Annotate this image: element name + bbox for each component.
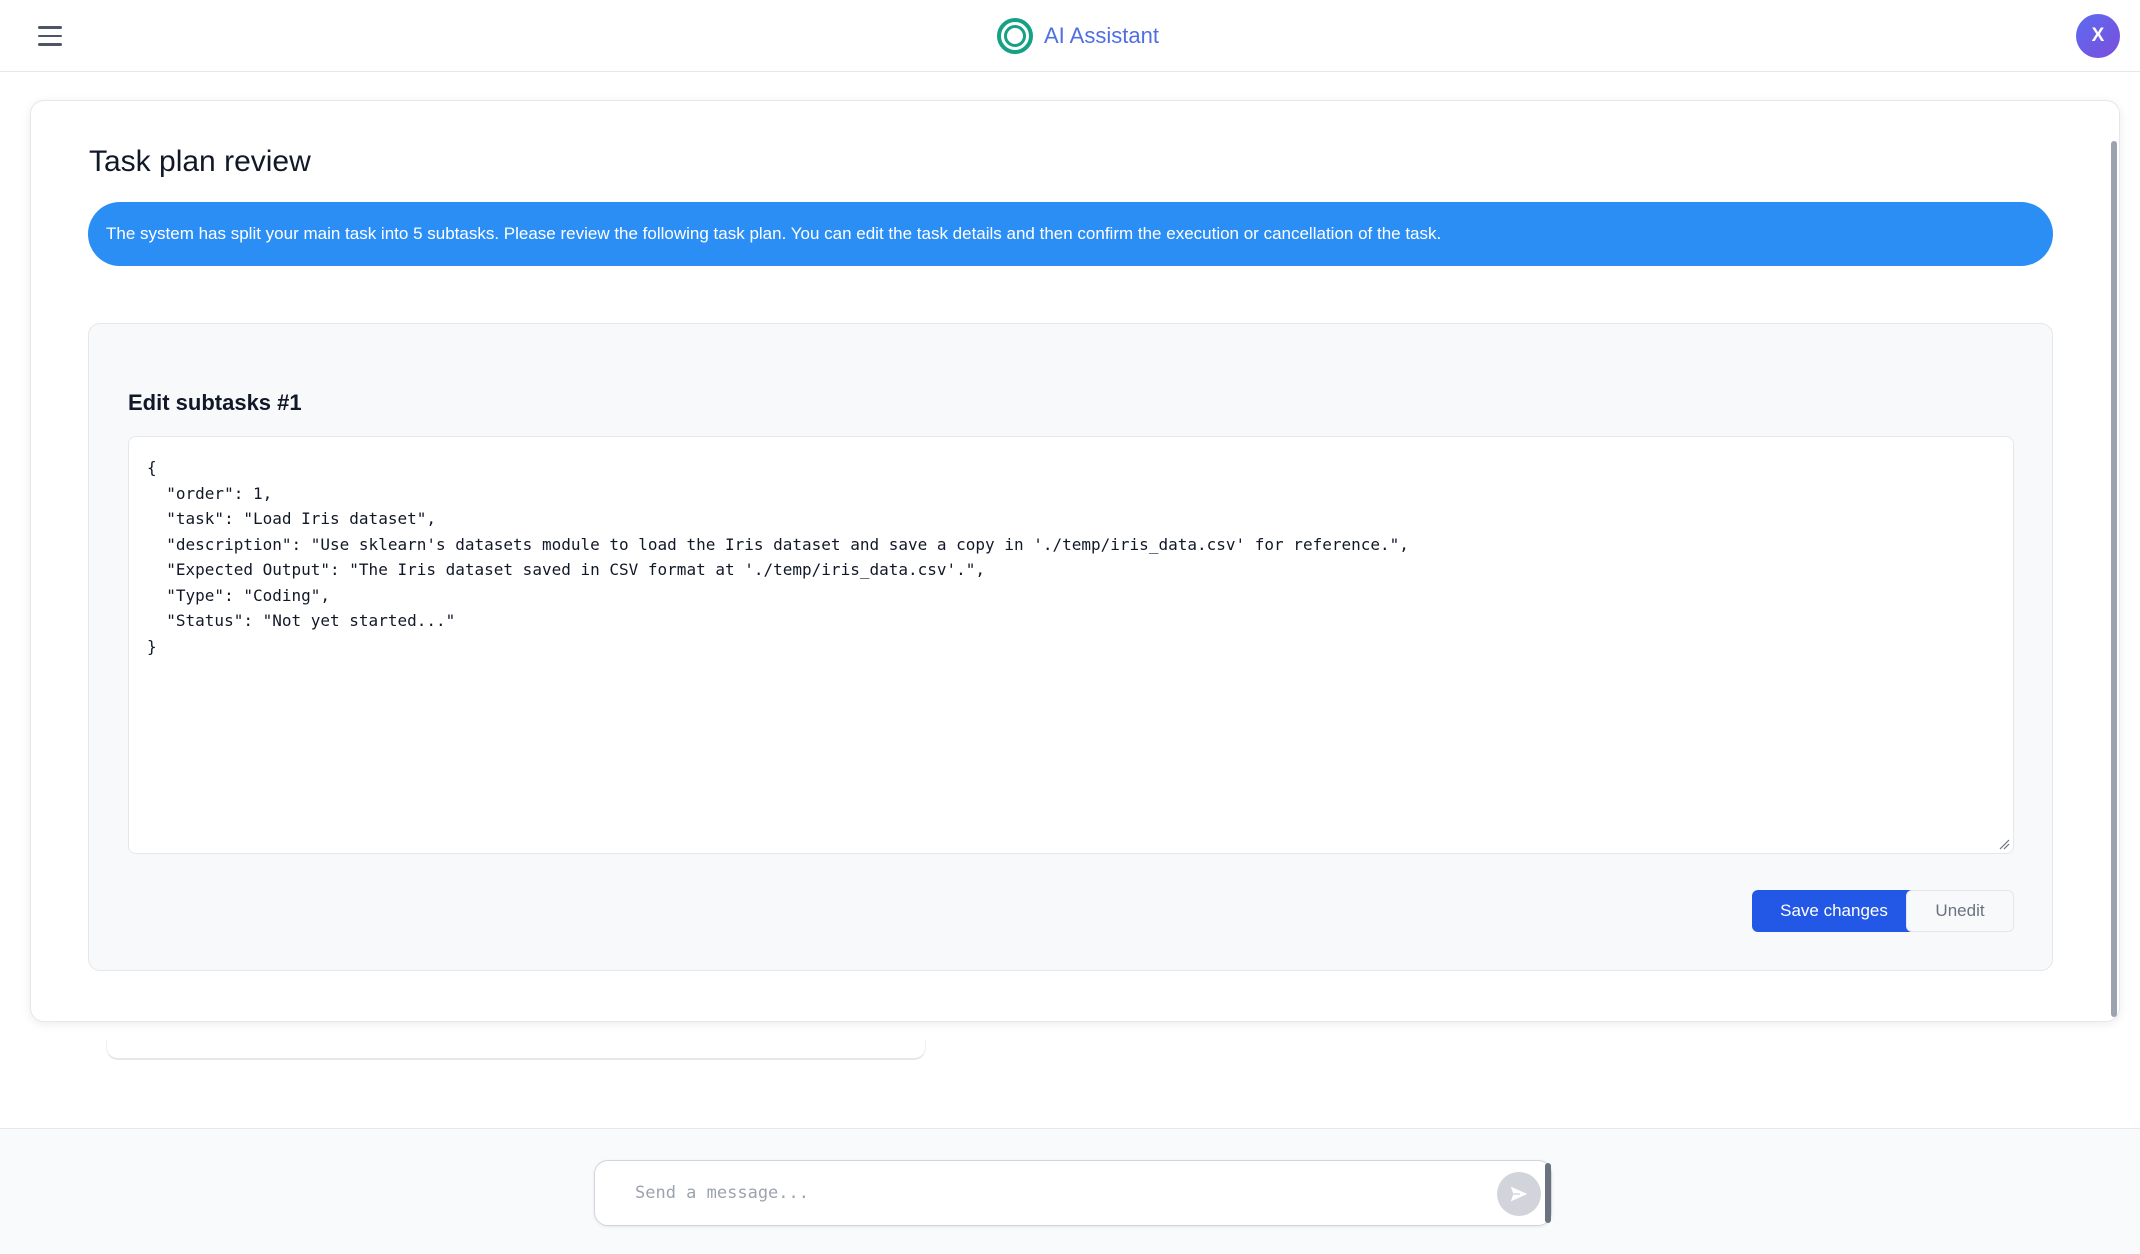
message-input[interactable] <box>633 1173 1453 1213</box>
brand: AI Assistant <box>996 16 1159 56</box>
send-button[interactable] <box>1497 1172 1541 1216</box>
app-name: AI Assistant <box>1044 23 1159 48</box>
menu-line <box>38 34 62 38</box>
unedit-button[interactable]: Unedit <box>1906 890 2014 932</box>
collapsed-card-edge <box>106 1040 926 1060</box>
menu-line <box>38 43 62 46</box>
hamburger-menu-icon[interactable] <box>38 22 66 50</box>
save-changes-button[interactable]: Save changes <box>1752 890 1916 932</box>
composer-scroll-handle[interactable] <box>1545 1163 1551 1223</box>
message-composer <box>594 1160 1552 1226</box>
page-title: Task plan review <box>89 145 311 178</box>
info-banner: The system has split your main task into… <box>88 202 2053 266</box>
card-scrollbar[interactable] <box>2111 141 2117 1017</box>
task-plan-review-card: Task plan review The system has split yo… <box>30 100 2120 1022</box>
edit-subtask-title: Edit subtasks #1 <box>128 390 302 415</box>
top-bar: AI Assistant X <box>0 0 2140 72</box>
ring-logo-icon <box>997 18 1033 54</box>
info-banner-text: The system has split your main task into… <box>106 224 1442 243</box>
message-footer <box>0 1128 2140 1254</box>
menu-line <box>38 26 62 29</box>
send-arrow-icon <box>1510 1186 1528 1202</box>
avatar[interactable]: X <box>2076 14 2120 58</box>
edit-subtask-panel: Edit subtasks #1 { "order": 1, "task": "… <box>88 323 2053 971</box>
resize-grip-icon[interactable] <box>1998 838 2010 850</box>
subtask-json-editor[interactable]: { "order": 1, "task": "Load Iris dataset… <box>128 436 2014 854</box>
avatar-initial: X <box>2091 25 2105 46</box>
